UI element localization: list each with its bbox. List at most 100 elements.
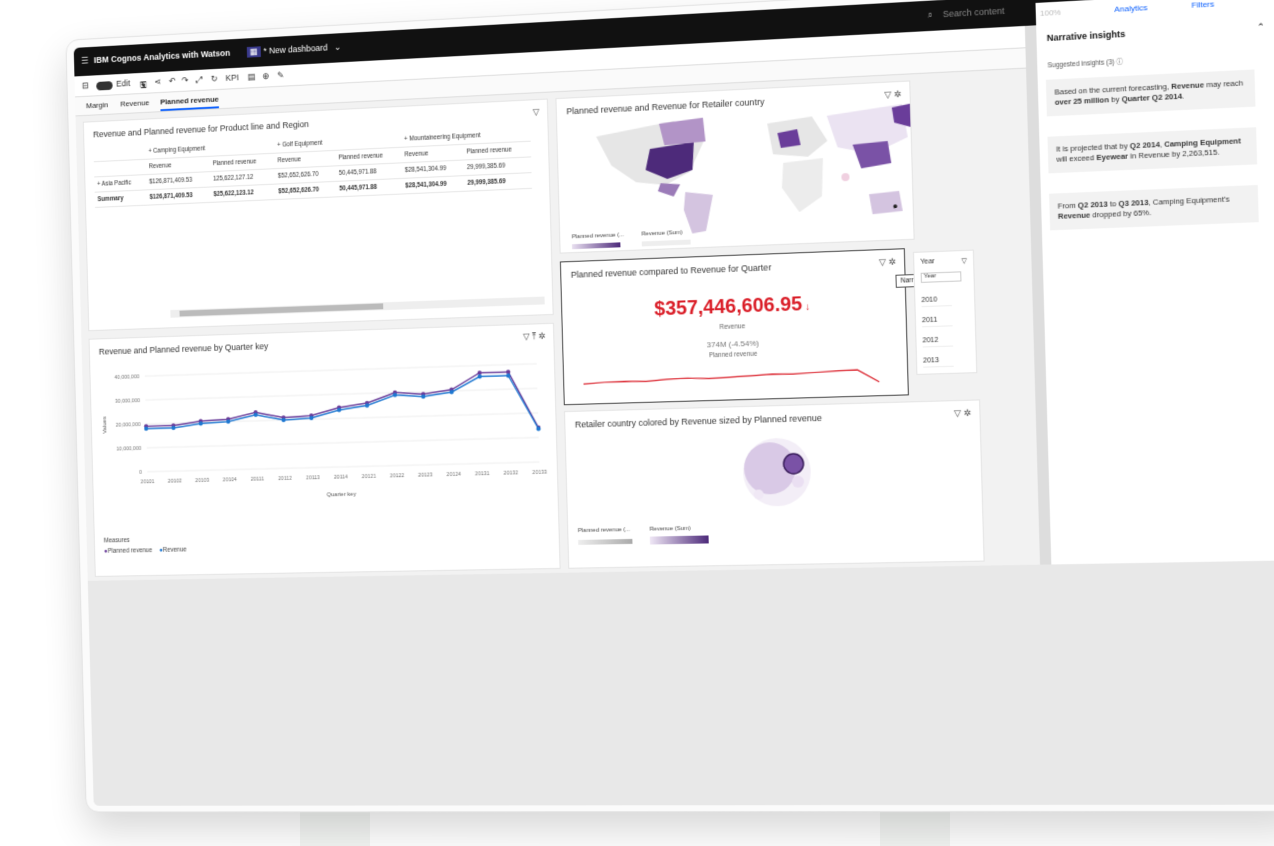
y-tick-label: 10,000,000 [116,446,141,453]
search-icon[interactable]: ⌕ [927,10,932,21]
bubble-legend-planned: Planned revenue (... [577,527,631,535]
x-tick-label: 20114 [334,474,348,480]
info-icon[interactable]: ● [892,201,898,211]
crosstab-title: Revenue and Planned revenue for Product … [92,119,309,140]
table-cell: $126,871,409.53 [146,187,211,206]
map-point[interactable] [841,172,850,182]
dashboard-name[interactable]: * New dashboard [263,43,327,56]
map-region-mexico[interactable] [657,182,681,198]
x-tick-label: 20111 [251,476,265,482]
bubble-legend-size [578,538,633,545]
kpi-trend-line [583,369,879,390]
year-item[interactable]: 2010 [921,295,953,308]
monitor-frame: ☰ IBM Cognos Analytics with Watson ▦ * N… [65,0,1274,813]
year-item[interactable]: 2011 [921,316,953,328]
screen: ☰ IBM Cognos Analytics with Watson ▦ * N… [73,0,1274,806]
x-tick-label: 20103 [195,478,209,484]
app-title: IBM Cognos Analytics with Watson [93,47,231,65]
year-list-header: Year [920,271,962,283]
bubble-legend-revenue: Revenue (Sum) [649,525,691,533]
line-chart: 40,000,000 30,000,000 20,000,000 10,000,000… [102,324,547,499]
kpi-button[interactable]: KPI [225,73,239,83]
expand-icon[interactable]: ⤢ [196,74,203,85]
crosstab-card: Revenue and Planned revenue for Product … [82,98,554,332]
tab-margin[interactable]: Margin [86,100,108,110]
table-cell: 50,445,971.88 [336,178,403,197]
map-region-china[interactable] [852,140,892,169]
pin-icon[interactable]: ✎ [277,70,284,81]
table-cell: $52,652,626.70 [275,181,337,200]
year-filter-card: Year ▽ Year 2010 2011 2012 2013 [912,249,978,375]
redo-icon[interactable]: ↷ [181,75,188,86]
filters-button[interactable]: Filters [1191,0,1214,10]
table-cell: 29,999,385.69 [464,172,532,192]
crosstab-table: + Camping Equipment + Golf Equipment + M… [93,125,532,208]
edit-toggle[interactable] [96,81,113,91]
bubble-card: Retailer country colored by Revenue size… [563,399,985,569]
year-item[interactable]: 2012 [922,336,954,348]
y-tick-label: 40,000,000 [114,374,139,381]
tab-revenue[interactable]: Revenue [120,98,149,108]
gridline [145,388,537,400]
narrative-subtitle: Suggested insights (3) ⓘ [1047,56,1123,70]
bubble[interactable] [783,453,803,473]
tab-planned-revenue[interactable]: Planned revenue [160,94,220,112]
chevron-up-icon[interactable]: ⌃ [1257,21,1265,33]
narrative-subtitle-text: Suggested insights (3) [1047,59,1115,70]
refresh-icon[interactable]: ↻ [211,74,218,85]
bubble-chart [742,437,812,507]
analytics-button[interactable]: Analytics [1114,3,1148,14]
map-region-brazil[interactable] [683,190,714,234]
table-cell: $25,622,123.12 [210,184,276,203]
legend-title: Measures [103,537,130,545]
menu-icon[interactable]: ☰ [81,56,89,67]
x-tick-label: 20101 [141,479,155,485]
x-tick-label: 20123 [418,472,433,478]
insight-card[interactable]: From Q2 2013 to Q3 2013, Camping Equipme… [1049,184,1259,231]
gridline [146,413,538,424]
kpi-trend [561,249,910,406]
narrative-title: Narrative insights [1046,28,1126,44]
chevron-down-icon[interactable]: ⌄ [334,42,341,53]
insight-card[interactable]: Based on the current forecasting, Revenu… [1045,69,1256,117]
world-map [595,103,911,234]
row-header: Summary [94,189,147,208]
share-icon[interactable]: ⋖ [154,77,161,88]
gridline [147,437,539,447]
edit-label: Edit [116,78,131,89]
x-axis-label: Quarter key [327,492,356,499]
x-tick-label: 20113 [306,475,320,481]
x-tick-label: 20124 [447,472,462,478]
year-item[interactable]: 2013 [923,356,954,368]
filter-icon[interactable]: ▽ [533,107,540,118]
series-line [145,371,538,438]
horizontal-scrollbar[interactable] [170,296,545,318]
insight-card[interactable]: It is projected that by Q2 2014, Camping… [1047,127,1258,174]
scrollbar-thumb[interactable] [179,303,384,317]
x-tick-label: 20132 [504,470,519,476]
kpi-card: Planned revenue compared to Revenue for … [559,248,910,406]
x-tick-label: 20131 [475,471,490,477]
zoom-level[interactable]: 100% [1040,8,1061,18]
x-tick-label: 20104 [223,477,237,483]
analytics-bar: 100% Analytics Filters [1035,0,1274,26]
panel-icon[interactable]: ⊟ [82,80,89,91]
undo-icon[interactable]: ↶ [169,76,176,87]
map-region-canada[interactable] [658,117,706,146]
dashboard-icon: ▦ [246,46,261,58]
save-icon[interactable]: 🖫 [140,77,147,93]
bubble-legend-ramp [649,535,709,545]
y-tick-label: 0 [139,470,142,476]
x-tick-label: 20122 [390,473,405,479]
search-input[interactable]: Search content [943,6,1005,19]
filter-icon[interactable]: ▽ [961,257,967,265]
target-icon[interactable]: ⊕ [262,71,269,82]
grid-icon[interactable]: ▤ [247,72,255,83]
info-icon[interactable]: ⓘ [1116,59,1123,66]
empty-canvas-area [87,560,1274,806]
table-cell: $28,541,304.99 [402,175,465,194]
y-tick-label: 20,000,000 [116,422,141,429]
line-chart-card: Revenue and Planned revenue by Quarter k… [88,322,561,577]
legend-planned-revenue: Planned revenue [107,547,153,555]
y-tick-label: 30,000,000 [115,398,140,405]
